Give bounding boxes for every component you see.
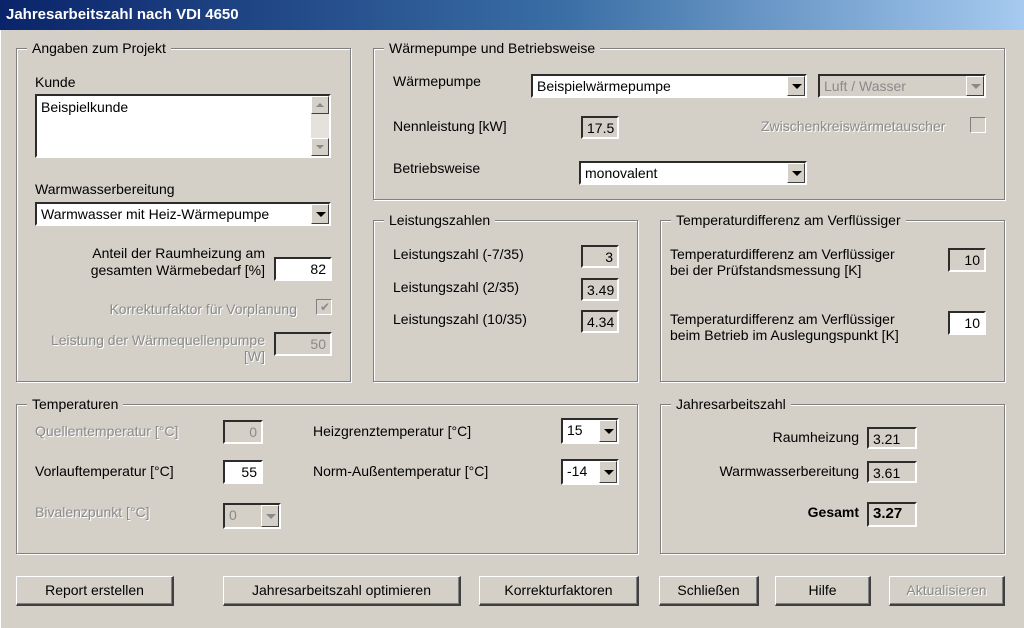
betrieb-label: Betriebsweise — [393, 160, 481, 176]
wp-label: Wärmepumpe — [393, 73, 481, 89]
leistung-input[interactable]: 50 — [274, 332, 332, 356]
lz-row-value: 4.34 — [581, 310, 619, 333]
chevron-down-icon[interactable] — [787, 76, 805, 96]
nenn-label: Nennleistung [kW] — [393, 118, 507, 134]
warmwasser-label: Warmwasserbereitung — [35, 181, 175, 197]
window-title: Jahresarbeitszahl nach VDI 4650 — [0, 0, 1024, 30]
norm-label: Norm-Außentemperatur [°C] — [313, 463, 489, 479]
lz-row-label: Leistungszahl (10/35) — [393, 311, 527, 327]
chevron-down-icon[interactable] — [311, 204, 329, 224]
pruef-value: 10 — [948, 248, 986, 272]
anteil-label-2: gesamten Wärmebedarf [%] — [90, 262, 265, 278]
dialog-body: Angaben zum Projekt Kunde Beispielkunde … — [0, 30, 1024, 628]
warmwasser-value: Warmwasser mit Heiz-Wärmepumpe — [41, 206, 270, 222]
pruef-label-1: Temperaturdifferenz am Verflüssiger — [670, 246, 895, 262]
scroll-up-icon[interactable] — [311, 96, 329, 114]
bival-select[interactable]: 0 — [223, 503, 281, 529]
report-button[interactable]: Report erstellen — [16, 576, 174, 606]
checkmark-icon: ✔ — [320, 300, 331, 314]
bival-label: Bivalenzpunkt [°C] — [35, 504, 150, 520]
leistung-label-2: [W] — [244, 348, 265, 364]
lz-row-label: Leistungszahl (-7/35) — [393, 246, 524, 262]
vorlauf-input[interactable]: 55 — [223, 460, 263, 484]
group-tempdiff: Temperaturdifferenz am Verflüssiger — [660, 212, 1005, 382]
raum-value: 3.21 — [867, 427, 917, 449]
heizgrenz-value: 15 — [567, 422, 583, 438]
norm-select[interactable]: -14 — [561, 459, 619, 485]
heizgrenz-label: Heizgrenztemperatur [°C] — [313, 423, 472, 439]
chevron-down-icon[interactable] — [787, 163, 805, 183]
korrekturfaktoren-button[interactable]: Korrekturfaktoren — [479, 576, 639, 606]
betriebpunkt-label-1: Temperaturdifferenz am Verflüssiger — [670, 311, 895, 327]
nenn-value: 17.5 — [581, 116, 619, 139]
kunde-label: Kunde — [35, 74, 76, 90]
scroll-down-icon[interactable] — [311, 138, 329, 156]
optimieren-button[interactable]: Jahresarbeitszahl optimieren — [223, 576, 461, 606]
betrieb-value: monovalent — [585, 165, 658, 181]
bival-value: 0 — [229, 507, 237, 523]
korrektur-label: Korrekturfaktor für Vorplanung — [109, 301, 297, 317]
quelle-label: Quellentemperatur [°C] — [35, 423, 179, 439]
heizgrenz-select[interactable]: 15 — [561, 418, 619, 444]
group-tempdiff-legend: Temperaturdifferenz am Verflüssiger — [671, 212, 906, 228]
ww-value: 3.61 — [867, 461, 917, 483]
lz-row-value: 3.49 — [581, 278, 619, 301]
anteil-input[interactable]: 82 — [274, 257, 332, 281]
anteil-label-1: Anteil der Raumheizung am — [92, 245, 265, 261]
wp-select[interactable]: Beispielwärmepumpe — [531, 74, 807, 98]
chevron-down-icon[interactable] — [261, 505, 279, 527]
lz-row-value: 3 — [581, 245, 619, 268]
chevron-down-icon[interactable] — [966, 76, 984, 96]
korrektur-checkbox[interactable]: ✔ — [316, 299, 332, 315]
hilfe-button[interactable]: Hilfe — [775, 576, 871, 606]
chevron-down-icon[interactable] — [599, 461, 617, 483]
quelle-input[interactable]: 0 — [223, 420, 263, 444]
schliessen-button[interactable]: Schließen — [659, 576, 759, 606]
group-jaz-legend: Jahresarbeitszahl — [671, 396, 791, 412]
kunde-textarea[interactable]: Beispielkunde — [35, 94, 331, 158]
betriebpunkt-input[interactable]: 10 — [948, 311, 986, 335]
typ-select[interactable]: Luft / Wasser — [818, 74, 986, 98]
wp-value: Beispielwärmepumpe — [537, 78, 671, 94]
group-leistungszahlen-legend: Leistungszahlen — [384, 212, 496, 228]
zwischen-label: Zwischenkreiswärmetauscher — [761, 118, 946, 134]
pruef-label-2: bei der Prüfstandsmessung [K] — [670, 262, 862, 278]
lz-row-label: Leistungszahl (2/35) — [393, 279, 520, 295]
group-temperaturen-legend: Temperaturen — [27, 396, 124, 412]
kunde-value: Beispielkunde — [41, 99, 129, 115]
gesamt-value: 3.27 — [867, 502, 917, 527]
ww-label: Warmwasserbereitung — [719, 463, 859, 479]
betrieb-select[interactable]: monovalent — [579, 161, 807, 185]
group-projekt-legend: Angaben zum Projekt — [27, 40, 171, 56]
kunde-scrollbar[interactable] — [311, 96, 329, 156]
betriebpunkt-label-2: beim Betrieb im Auslegungspunkt [K] — [670, 327, 899, 343]
chevron-down-icon[interactable] — [599, 420, 617, 442]
aktualisieren-button[interactable]: Aktualisieren — [889, 576, 1005, 606]
typ-value: Luft / Wasser — [824, 78, 906, 94]
group-waermepumpe-legend: Wärmepumpe und Betriebsweise — [384, 40, 601, 56]
warmwasser-select[interactable]: Warmwasser mit Heiz-Wärmepumpe — [35, 202, 331, 226]
zwischen-checkbox[interactable] — [970, 117, 986, 133]
raum-label: Raumheizung — [772, 429, 859, 445]
vorlauf-label: Vorlauftemperatur [°C] — [35, 463, 174, 479]
leistung-label-1: Leistung der Wärmequellenpumpe — [50, 332, 265, 348]
gesamt-label: Gesamt — [807, 504, 859, 520]
norm-value: -14 — [567, 463, 588, 479]
